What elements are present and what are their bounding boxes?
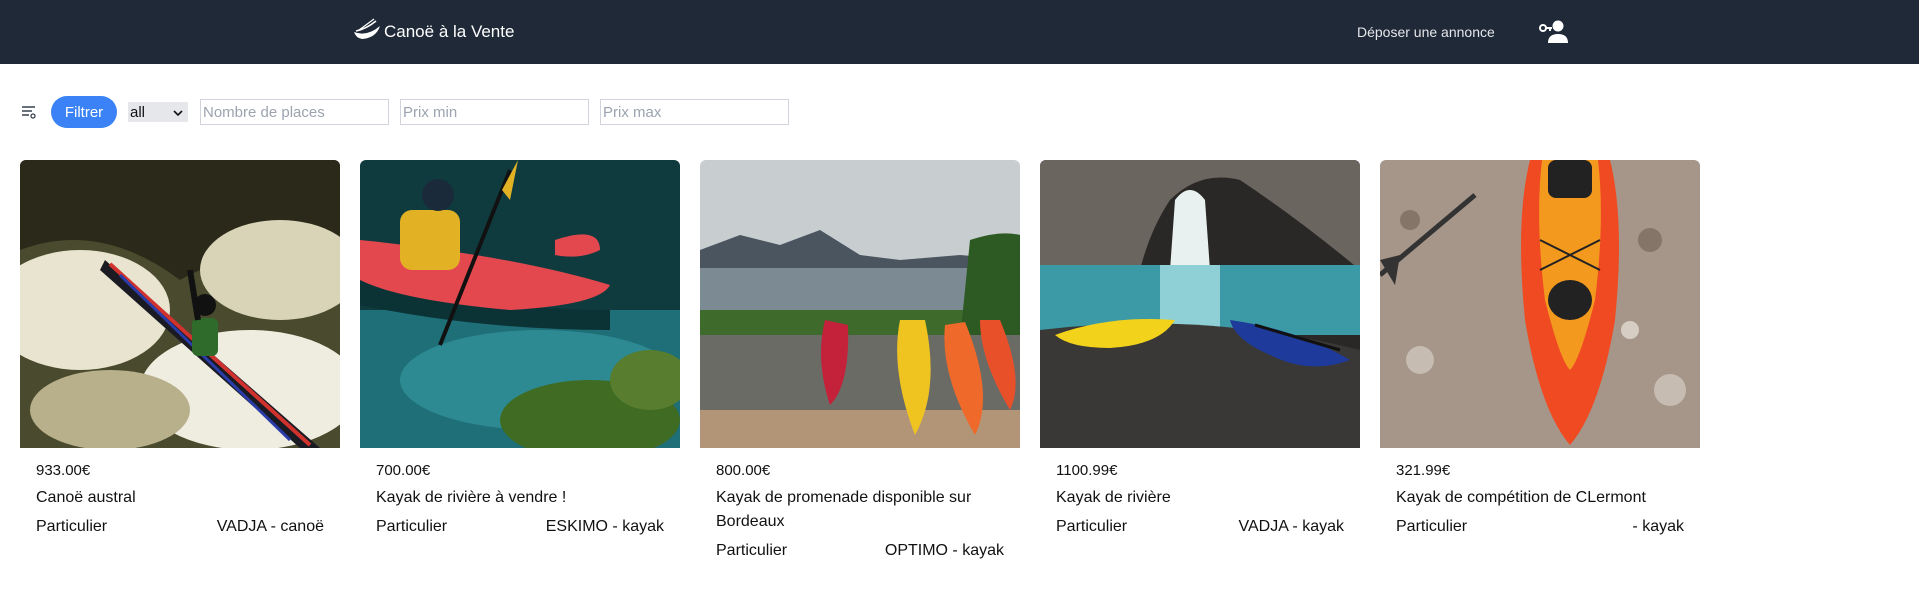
brand-name: Canoë à la Vente	[384, 22, 515, 41]
sea-cave-kayaks-photo	[1040, 160, 1360, 448]
listing-title: Kayak de rivière à vendre !	[376, 489, 567, 506]
listing-title: Kayak de promenade disponible sur Bordea…	[716, 489, 972, 530]
orange-kayak-gravel-photo	[1380, 160, 1700, 448]
listing-price: 700.00€	[376, 462, 431, 479]
post-ad-link[interactable]: Déposer une annonce	[1357, 0, 1495, 64]
listing-price: 321.99€	[1396, 462, 1451, 479]
listing-brand-type: VADJA - kayak	[1238, 518, 1344, 535]
filter-bar: Filtrer all	[0, 96, 1919, 128]
brand-link[interactable]: Canoë à la Vente	[352, 0, 514, 64]
listing-price: 800.00€	[716, 462, 771, 479]
chevron-down-icon	[172, 106, 184, 118]
lake-kayaks-photo	[700, 160, 1020, 448]
type-select[interactable]: all	[128, 102, 188, 122]
listing-title: Kayak de compétition de CLermont	[1396, 489, 1646, 506]
canoe-icon	[352, 17, 384, 48]
min-price-input[interactable]	[400, 99, 589, 125]
listing-card[interactable]: 700.00€ Kayak de rivière à vendre ! Part…	[360, 160, 680, 535]
listing-price: 1100.99€	[1056, 462, 1118, 479]
navbar: Canoë à la Vente Déposer une annonce	[0, 0, 1919, 64]
places-input[interactable]	[200, 99, 389, 125]
filter-button[interactable]: Filtrer	[51, 96, 117, 128]
listing-seller: Particulier	[36, 518, 108, 535]
listing-brand-type: VADJA - canoë	[216, 518, 324, 535]
whitewater-kayaker-photo	[20, 160, 340, 448]
listing-title: Canoë austral	[36, 489, 136, 506]
listing-brand-type: - kayak	[1627, 518, 1684, 535]
listing-card[interactable]: 800.00€ Kayak de promenade disponible su…	[700, 160, 1020, 559]
user-key-icon[interactable]	[1538, 19, 1570, 45]
listing-seller: Particulier	[716, 542, 788, 559]
listing-brand-type: ESKIMO - kayak	[545, 518, 664, 535]
type-select-value: all	[130, 103, 146, 121]
listing-brand-type: OPTIMO - kayak	[884, 542, 1004, 559]
filter-list-icon[interactable]	[20, 103, 38, 121]
listing-card[interactable]: 933.00€ Canoë austral Particulier VADJA …	[20, 160, 340, 535]
red-kayak-paddler-photo	[360, 160, 680, 448]
listing-title: Kayak de rivière	[1056, 489, 1171, 506]
listing-price: 933.00€	[36, 462, 91, 479]
listing-seller: Particulier	[1056, 518, 1128, 535]
listing-card[interactable]: 321.99€ Kayak de compétition de CLermont…	[1380, 160, 1700, 535]
max-price-input[interactable]	[600, 99, 789, 125]
listing-seller: Particulier	[1396, 518, 1468, 535]
listing-card[interactable]: 1100.99€ Kayak de rivière Particulier VA…	[1040, 160, 1360, 535]
listing-seller: Particulier	[376, 518, 448, 535]
